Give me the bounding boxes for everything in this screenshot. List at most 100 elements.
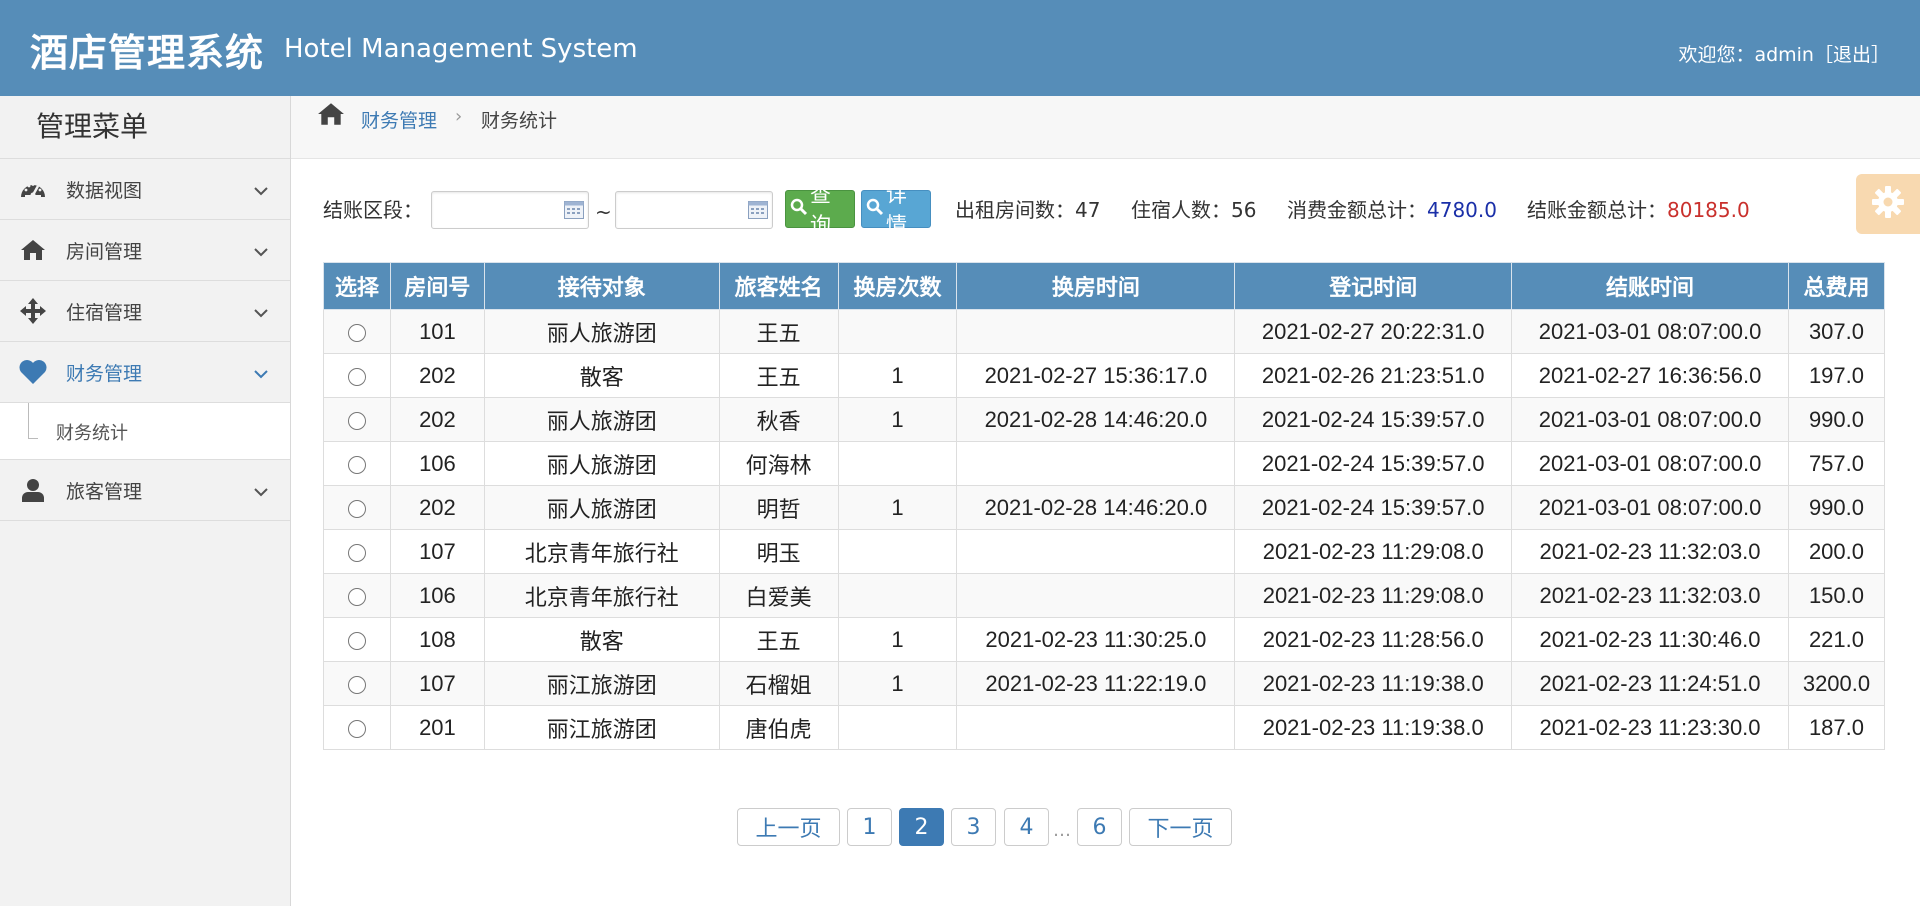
cell-guest-name: 唐伯虎 xyxy=(718,705,839,750)
cell-guest-name: 王五 xyxy=(718,353,839,398)
page-button-1[interactable]: 1 xyxy=(847,808,892,846)
cell-change-count: 1 xyxy=(837,661,958,706)
col-header-change-time: 换房时间 xyxy=(956,262,1236,310)
cell-change-count: 1 xyxy=(837,617,958,662)
logout-link[interactable]: ［退出］ xyxy=(1814,44,1890,66)
row-select-radio[interactable] xyxy=(347,719,366,738)
cell-total-fee: 197.0 xyxy=(1787,353,1886,398)
col-header-room: 房间号 xyxy=(389,262,485,310)
table-row: 108 散客 王五 1 2021-02-23 11:30:25.0 2021-02-23 … xyxy=(323,617,1886,662)
table-row: 202 丽人旅游团 明哲 1 2021-02-28 14:46:20.0 2021-02-… xyxy=(323,485,1886,530)
cell-checkout-time: 2021-03-01 08:07:00.0 xyxy=(1511,397,1789,442)
page-ellipsis: … xyxy=(1053,820,1071,841)
welcome-text: 欢迎您：admin xyxy=(1678,44,1814,66)
end-date-field[interactable] xyxy=(615,191,773,229)
prev-page-button[interactable]: 上一页 xyxy=(737,808,840,846)
sidebar-item-label: 旅客管理 xyxy=(66,480,143,503)
row-select-radio[interactable] xyxy=(347,455,366,474)
row-select-radio[interactable] xyxy=(347,367,366,386)
range-tilde: ~ xyxy=(595,200,612,224)
row-select-cell xyxy=(323,441,391,486)
start-date-input[interactable] xyxy=(436,192,560,228)
settings-tab[interactable] xyxy=(1856,174,1920,234)
breadcrumb-finance-management[interactable]: 财务管理 xyxy=(361,106,437,133)
cell-reception: 丽人旅游团 xyxy=(483,485,720,530)
cell-total-fee: 187.0 xyxy=(1787,705,1886,750)
cell-room-number: 108 xyxy=(389,617,485,662)
cell-room-number: 107 xyxy=(389,529,485,574)
cell-reception: 北京青年旅行社 xyxy=(483,573,720,618)
cell-checkout-time: 2021-02-23 11:24:51.0 xyxy=(1511,661,1789,706)
page-button-4[interactable]: 4 xyxy=(1004,808,1049,846)
cell-checkin-time: 2021-02-24 15:39:57.0 xyxy=(1234,485,1513,530)
cell-change-time xyxy=(956,309,1236,354)
sidebar-item-label: 房间管理 xyxy=(66,240,143,263)
row-select-radio[interactable] xyxy=(347,499,366,518)
sidebar-menu-title: 管理菜单 xyxy=(0,96,290,159)
sidebar-item-data-view[interactable]: 数据视图 xyxy=(0,159,290,220)
col-header-checkout-time: 结账时间 xyxy=(1511,262,1789,310)
cell-total-fee: 221.0 xyxy=(1787,617,1886,662)
query-button[interactable]: 查询 xyxy=(785,183,855,237)
cell-reception: 丽人旅游团 xyxy=(483,397,720,442)
cell-change-count xyxy=(837,441,958,486)
row-select-radio[interactable] xyxy=(347,631,366,650)
cell-total-fee: 757.0 xyxy=(1787,441,1886,486)
app-title-en: Hotel Management System xyxy=(284,34,638,64)
col-header-total: 总费用 xyxy=(1787,262,1886,310)
row-select-radio[interactable] xyxy=(347,411,366,430)
cell-room-number: 202 xyxy=(389,397,485,442)
sidebar-item-room-management[interactable]: 房间管理 xyxy=(0,220,290,281)
row-select-radio[interactable] xyxy=(347,323,366,342)
page-button-last[interactable]: 6 xyxy=(1077,808,1122,846)
sidebar: 管理菜单 数据视图 房间管理 住宿管理 财务管理 财务统计 旅客管理 xyxy=(0,96,291,906)
cell-checkin-time: 2021-02-27 20:22:31.0 xyxy=(1234,309,1513,354)
start-date-field[interactable] xyxy=(431,191,589,229)
cell-change-count xyxy=(837,705,958,750)
chevron-down-icon xyxy=(254,242,268,261)
cell-reception: 北京青年旅行社 xyxy=(483,529,720,574)
sidebar-item-label: 住宿管理 xyxy=(66,301,143,324)
cell-checkin-time: 2021-02-26 21:23:51.0 xyxy=(1234,353,1513,398)
cell-change-time xyxy=(956,705,1236,750)
move-icon xyxy=(18,296,48,326)
page-button-3[interactable]: 3 xyxy=(951,808,996,846)
cell-change-count xyxy=(837,529,958,574)
cell-guest-name: 明玉 xyxy=(718,529,839,574)
cell-change-count xyxy=(837,309,958,354)
row-select-radio[interactable] xyxy=(347,543,366,562)
cell-total-fee: 3200.0 xyxy=(1787,661,1886,706)
cell-checkin-time: 2021-02-23 11:29:08.0 xyxy=(1234,573,1513,618)
cell-total-fee: 990.0 xyxy=(1787,485,1886,530)
rented-rooms-value: 47 xyxy=(1075,198,1101,222)
sidebar-subitem-finance-stats[interactable]: 财务统计 xyxy=(0,403,290,460)
next-page-button[interactable]: 下一页 xyxy=(1129,808,1232,846)
detail-button[interactable]: 详情 xyxy=(861,183,931,237)
cell-change-time xyxy=(956,529,1236,574)
cell-checkout-time: 2021-02-23 11:32:03.0 xyxy=(1511,573,1789,618)
sidebar-item-guest-management[interactable]: 旅客管理 xyxy=(0,460,290,521)
row-select-cell xyxy=(323,485,391,530)
row-select-cell xyxy=(323,353,391,398)
rented-rooms-label: 出租房间数： xyxy=(955,198,1075,222)
app-header: 酒店管理系统 Hotel Management System 欢迎您：admin… xyxy=(0,0,1920,96)
tree-line xyxy=(28,403,29,439)
table-row: 107 北京青年旅行社 明玉 2021-02-23 11:29:08.0 2021-02… xyxy=(323,529,1886,574)
cell-change-time: 2021-02-23 11:22:19.0 xyxy=(956,661,1236,706)
home-icon[interactable] xyxy=(317,102,345,130)
calendar-icon[interactable] xyxy=(564,201,584,223)
cell-guest-name: 石榴姐 xyxy=(718,661,839,706)
row-select-radio[interactable] xyxy=(347,587,366,606)
cell-change-count: 1 xyxy=(837,353,958,398)
end-date-input[interactable] xyxy=(620,192,744,228)
row-select-radio[interactable] xyxy=(347,675,366,694)
calendar-icon[interactable] xyxy=(748,201,768,223)
guest-count-value: 56 xyxy=(1231,198,1257,222)
page-button-2-current[interactable]: 2 xyxy=(899,808,944,846)
cell-reception: 丽人旅游团 xyxy=(483,309,720,354)
sidebar-item-finance-management[interactable]: 财务管理 xyxy=(0,342,290,403)
table-header-row: 选择 房间号 接待对象 旅客姓名 换房次数 换房时间 登记时间 结账时间 总费用 xyxy=(323,262,1886,310)
sidebar-item-stay-management[interactable]: 住宿管理 xyxy=(0,281,290,342)
cell-room-number: 201 xyxy=(389,705,485,750)
cell-checkin-time: 2021-02-24 15:39:57.0 xyxy=(1234,397,1513,442)
